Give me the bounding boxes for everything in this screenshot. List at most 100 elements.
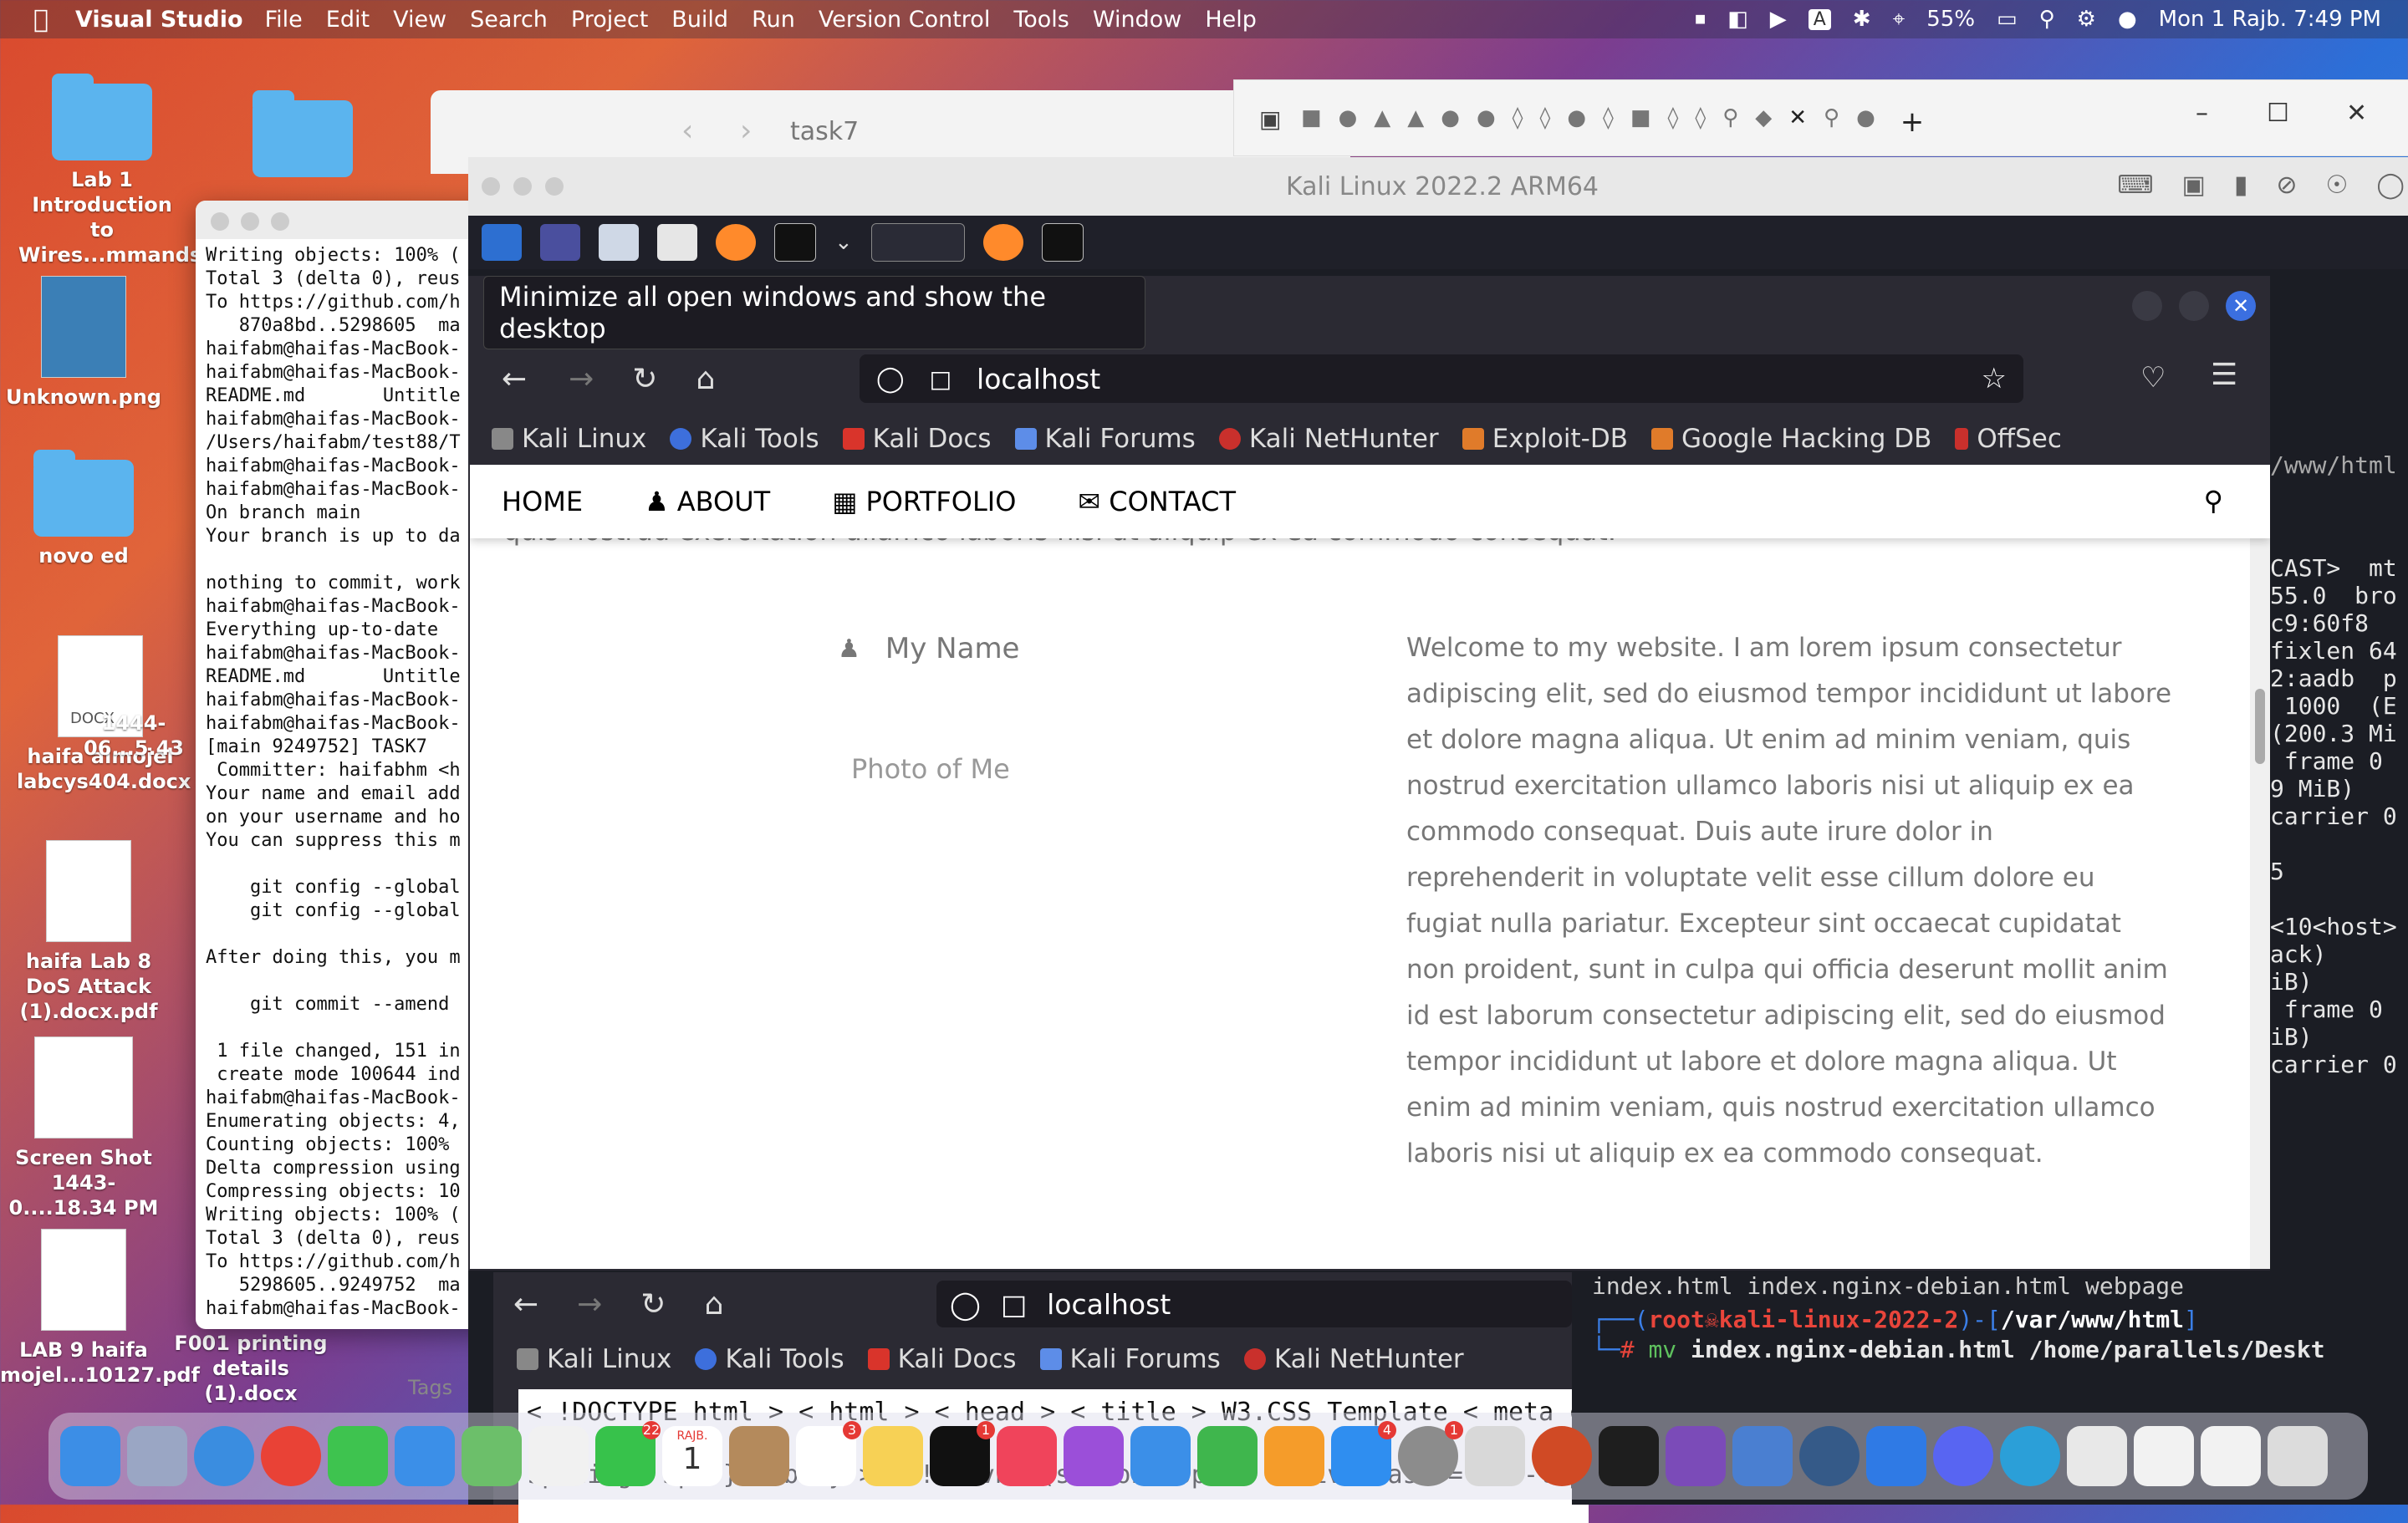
url-text[interactable]: localhost	[977, 363, 1100, 395]
menu-search[interactable]: Search	[470, 7, 548, 33]
desktop-file[interactable]: 1444-06...5.43	[67, 711, 201, 761]
minimize-icon[interactable]: –	[2196, 99, 2208, 128]
kali-icon[interactable]	[1799, 1426, 1860, 1486]
new-tab-icon[interactable]: +	[1900, 105, 1925, 139]
tab-icon[interactable]: ◊	[1513, 105, 1523, 139]
bookmark-kali-nethunter[interactable]: Kali NetHunter	[1243, 1344, 1464, 1374]
menu-file[interactable]: File	[265, 7, 303, 33]
menu-edit[interactable]: Edit	[326, 7, 370, 33]
input-source-icon[interactable]: A	[1808, 8, 1831, 30]
close-button[interactable]: ✕	[2226, 291, 2256, 321]
bookmark-kali-linux[interactable]: Kali Linux	[517, 1344, 671, 1374]
nav-contact[interactable]: ✉ CONTACT	[1078, 486, 1236, 517]
close-window-icon[interactable]: ✕	[2346, 99, 2367, 128]
apple-icon[interactable]: 	[33, 5, 48, 34]
window-thumbnail[interactable]	[2067, 1426, 2127, 1486]
zoom-button[interactable]	[545, 177, 564, 196]
kali-menu-icon[interactable]	[482, 224, 522, 261]
bookmark-kali-docs[interactable]: Kali Docs	[867, 1344, 1017, 1374]
battery-icon[interactable]: ▭	[1997, 7, 2018, 32]
menu-build[interactable]: Build	[671, 7, 728, 33]
search-icon[interactable]: ⚲	[2204, 485, 2223, 517]
wifi-icon[interactable]: ⌖	[1893, 7, 1905, 33]
menu-project[interactable]: Project	[571, 7, 648, 33]
desktop-file[interactable]: F001 printing details (1).docx	[167, 1331, 334, 1406]
forward-icon[interactable]: →	[569, 362, 594, 396]
nav-home[interactable]: HOME	[502, 486, 583, 517]
bookmark-kali-forums[interactable]: Kali Forums	[1014, 424, 1196, 454]
close-button[interactable]	[211, 212, 229, 231]
maximize-icon[interactable]: ☐	[2267, 99, 2289, 128]
desktop-file[interactable]: LAB 9 haifa mojel...10127.pdf	[0, 1229, 200, 1388]
reminders-icon[interactable]: 3	[796, 1421, 861, 1486]
tab-icon[interactable]: ■	[1630, 105, 1651, 139]
minimize-button[interactable]	[241, 212, 259, 231]
desktop-file[interactable]: haifa Lab 8 DoS Attack (1).docx.pdf	[5, 840, 172, 1024]
tab-icon[interactable]: ◊	[1667, 105, 1678, 139]
scrollbar[interactable]	[2250, 538, 2270, 1269]
file-manager-icon[interactable]	[599, 224, 639, 261]
powerpoint-icon[interactable]	[1532, 1426, 1592, 1486]
firefox-task-icon[interactable]	[982, 224, 1023, 261]
minimize-button[interactable]	[2132, 291, 2162, 321]
app-store-icon[interactable]: 4	[1331, 1421, 1396, 1486]
shield-icon[interactable]: ◯	[876, 364, 905, 394]
windows-icon[interactable]	[1866, 1426, 1926, 1486]
text-editor-icon[interactable]	[657, 224, 697, 261]
tab-icon[interactable]: ◊	[1603, 105, 1614, 139]
tab-icon[interactable]: ⚲	[1722, 105, 1738, 139]
chevron-down-icon[interactable]: ⌄	[834, 230, 853, 255]
bluetooth-icon[interactable]: ✱	[1853, 7, 1871, 32]
workspace-switcher-icon[interactable]	[870, 223, 965, 262]
finder-icon[interactable]	[60, 1426, 120, 1486]
keynote-icon[interactable]	[1130, 1426, 1191, 1486]
tab-icon[interactable]: ●	[1441, 105, 1460, 139]
firefox-icon[interactable]	[716, 224, 756, 261]
tab-icon[interactable]: ▲	[1407, 105, 1424, 139]
siri-icon[interactable]: ●	[2118, 7, 2137, 32]
home-icon[interactable]: ⌂	[696, 362, 716, 396]
back-icon[interactable]: ←	[502, 362, 527, 396]
notes-icon[interactable]	[863, 1426, 923, 1486]
window-thumbnail[interactable]	[2134, 1426, 2194, 1486]
bookmark-offsec[interactable]: OffSec	[1955, 424, 2062, 454]
bookmark-kali-tools[interactable]: Kali Tools	[695, 1344, 844, 1374]
close-button[interactable]	[482, 177, 500, 196]
close-tab-icon[interactable]: ✕	[1788, 105, 1807, 139]
mail-icon[interactable]	[395, 1426, 455, 1486]
bookmark-google-hacking-db[interactable]: Google Hacking DB	[1650, 424, 1931, 454]
finder-forward-icon[interactable]: ›	[740, 114, 752, 148]
menu-run[interactable]: Run	[752, 7, 795, 33]
url-bar[interactable]: ◯ □ localhost	[936, 1281, 1572, 1327]
messages-icon[interactable]	[328, 1426, 388, 1486]
tab-icon[interactable]: ◊	[1695, 105, 1706, 139]
network-icon[interactable]: ☉	[2326, 171, 2349, 200]
edge-icon[interactable]	[2000, 1426, 2060, 1486]
show-desktop-icon[interactable]	[540, 224, 580, 261]
home-icon[interactable]: ⌂	[705, 1287, 724, 1322]
keyboard-icon[interactable]: ⌨	[2117, 171, 2153, 200]
bookmark-kali-tools[interactable]: Kali Tools	[670, 424, 819, 454]
stop-record-icon[interactable]: ⏹	[1695, 7, 1706, 33]
menu-help[interactable]: Help	[1205, 7, 1257, 33]
shield-icon[interactable]: ◯	[950, 1288, 981, 1321]
bookmark-kali-docs[interactable]: Kali Docs	[842, 424, 992, 454]
contacts-icon[interactable]	[729, 1426, 789, 1486]
tab-icon[interactable]: ▲	[1374, 105, 1390, 139]
menu-window[interactable]: Window	[1093, 7, 1181, 33]
zoom-button[interactable]	[271, 212, 289, 231]
usb-icon[interactable]: ▮	[2234, 171, 2248, 200]
photos-icon[interactable]	[528, 1426, 589, 1486]
desktop-file[interactable]: Unknown.png	[0, 276, 167, 410]
parallels-icon[interactable]	[1465, 1426, 1525, 1486]
spotlight-icon[interactable]: ⚲	[2039, 7, 2055, 32]
chrome-icon[interactable]	[261, 1426, 321, 1486]
play-icon[interactable]: ▶	[1770, 7, 1787, 32]
reload-icon[interactable]: ↻	[640, 1287, 666, 1322]
forward-icon[interactable]: →	[577, 1287, 602, 1322]
window-thumbnail[interactable]	[2201, 1426, 2261, 1486]
back-icon[interactable]: ←	[513, 1287, 538, 1322]
trash-icon[interactable]	[2268, 1426, 2328, 1486]
terminal-task-icon[interactable]	[1041, 223, 1084, 262]
bookmark-kali-linux[interactable]: Kali Linux	[492, 424, 646, 454]
